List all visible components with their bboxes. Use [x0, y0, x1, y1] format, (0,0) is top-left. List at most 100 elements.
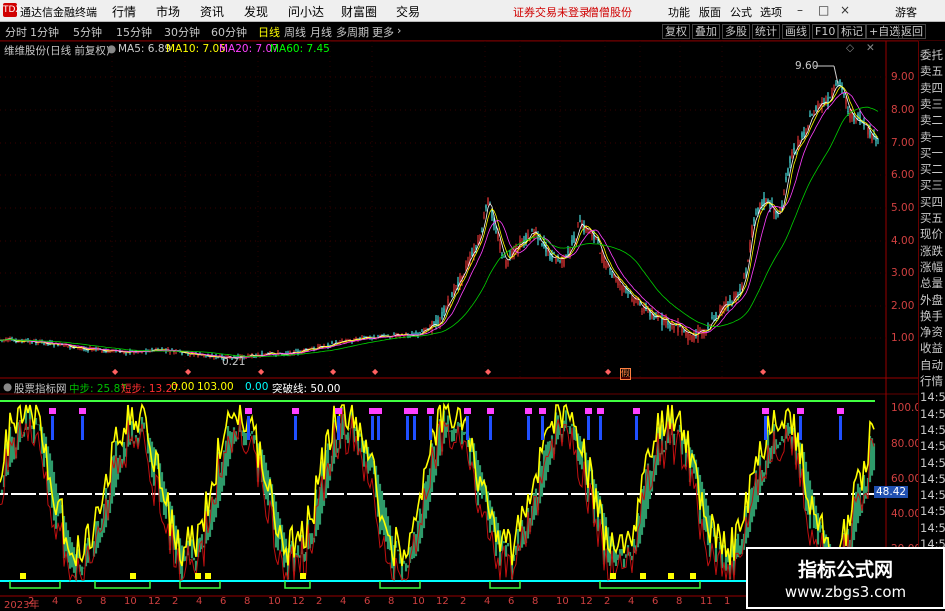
candle-body: [681, 328, 683, 333]
candle-body: [393, 333, 395, 335]
candle-body: [115, 351, 117, 353]
breakout-gap: [736, 492, 739, 496]
candle-body: [849, 113, 851, 118]
side-panel-item[interactable]: 买五: [920, 210, 945, 226]
time-axis-label: 4: [196, 596, 203, 607]
candle-body: [805, 131, 807, 133]
bottom-signal: [195, 573, 201, 579]
signal-top-marker: [335, 408, 342, 414]
side-panel-item[interactable]: 14:50: [920, 422, 945, 438]
signal-bar: [247, 416, 250, 440]
candle-body: [607, 264, 609, 266]
close-panel-icon[interactable]: ✕: [866, 42, 875, 54]
side-panel-item[interactable]: 总量: [920, 275, 945, 291]
candle-body: [839, 80, 841, 85]
side-panel-item[interactable]: 买二: [920, 161, 945, 177]
side-panel-item[interactable]: 14:50: [920, 503, 945, 519]
side-panel-item[interactable]: 委托: [920, 47, 945, 63]
breakout-gap: [568, 492, 571, 496]
candle-body: [205, 355, 207, 357]
ma-settings-icon[interactable]: ●: [107, 43, 116, 55]
bottom-bracket: [284, 581, 311, 589]
candle-body: [815, 106, 817, 112]
price-tick: 4.00: [891, 235, 915, 247]
time-axis-label: 8: [676, 596, 683, 607]
side-panel-item[interactable]: 卖四: [920, 80, 945, 96]
signal-bar: [371, 416, 374, 440]
watermark-title: 指标公式网: [797, 559, 893, 581]
side-panel-item[interactable]: 14:50: [920, 389, 945, 405]
candle-body: [719, 308, 721, 313]
candle-body: [567, 251, 569, 253]
side-panel-item[interactable]: 买四: [920, 194, 945, 210]
candle-body: [475, 247, 477, 249]
candle-body: [433, 321, 435, 327]
candle-body: [711, 317, 713, 319]
side-panel-item[interactable]: 买一: [920, 145, 945, 161]
side-panel-item[interactable]: 卖五: [920, 63, 945, 79]
collapse-icon[interactable]: ◇: [846, 42, 854, 54]
bottom-signal: [610, 573, 616, 579]
breakout-gap: [400, 492, 403, 496]
side-panel-item[interactable]: 买三: [920, 177, 945, 193]
breakout-gap: [148, 492, 151, 496]
side-panel-item[interactable]: 卖二: [920, 112, 945, 128]
side-panel-item[interactable]: 14:50: [920, 455, 945, 471]
time-axis-label: 12: [436, 596, 449, 607]
breakout-gap: [92, 492, 95, 496]
watermark: 指标公式网 www.zbgs3.com: [746, 547, 945, 609]
breakout-gap: [120, 492, 123, 496]
candle-body: [601, 254, 603, 261]
time-axis-label: 8: [244, 596, 251, 607]
side-panel-item[interactable]: 卖一: [920, 129, 945, 145]
side-panel-item[interactable]: 14:50: [920, 438, 945, 454]
kline-chart[interactable]: ◆ ◆ ◆ ◆ ◆ ◆ ◆ ◆: [0, 0, 918, 609]
side-panel-item[interactable]: 涨跌: [920, 243, 945, 259]
candle-body: [817, 104, 819, 109]
candle-body: [835, 83, 837, 85]
side-panel-item[interactable]: 涨幅: [920, 259, 945, 275]
time-axis-label: 6: [652, 596, 659, 607]
side-panel-item[interactable]: 14:50: [920, 487, 945, 503]
side-panel-item[interactable]: 自动: [920, 357, 945, 373]
side-panel-item[interactable]: 14:50: [920, 471, 945, 487]
candle-body: [455, 285, 457, 287]
candle-body: [591, 234, 593, 237]
side-panel-item[interactable]: 换手: [920, 308, 945, 324]
bottom-signal: [205, 573, 211, 579]
signal-bar: [413, 416, 416, 440]
time-axis-label: 6: [508, 596, 515, 607]
candle-body: [869, 130, 871, 137]
candle-body: [495, 231, 497, 233]
candle-body: [151, 348, 153, 350]
side-panel-item[interactable]: 外盘: [920, 292, 945, 308]
candle-body: [691, 335, 693, 342]
candle-body: [811, 114, 813, 116]
bottom-bracket: [179, 581, 221, 589]
side-panel-item[interactable]: 行情: [920, 373, 945, 389]
candle-body: [439, 322, 441, 324]
candle-body: [609, 269, 611, 271]
side-panel-item[interactable]: 卖三: [920, 96, 945, 112]
candle-body: [485, 205, 487, 209]
candle-body: [791, 151, 793, 158]
candle-body: [825, 100, 827, 102]
signal-bar: [294, 416, 297, 440]
bottom-signal: [640, 573, 646, 579]
candle-body: [53, 344, 55, 346]
time-axis-label: 6: [364, 596, 371, 607]
candle-body: [611, 273, 613, 277]
candle-body: [419, 332, 421, 334]
side-panel-item[interactable]: 收益: [920, 340, 945, 356]
candle-body: [693, 335, 695, 341]
price-tick: 9.00: [891, 71, 915, 83]
side-panel-item[interactable]: 14:50: [920, 520, 945, 536]
time-axis-label: 12: [580, 596, 593, 607]
event-marker[interactable]: 假: [620, 368, 632, 380]
side-panel-item[interactable]: 净资: [920, 324, 945, 340]
side-panel-item[interactable]: 现价: [920, 226, 945, 242]
indicator-settings-icon[interactable]: ●: [3, 381, 12, 393]
price-tick: 3.00: [891, 267, 915, 279]
side-panel-item[interactable]: 14:50: [920, 406, 945, 422]
indicator-tick: 100.0: [891, 402, 922, 414]
